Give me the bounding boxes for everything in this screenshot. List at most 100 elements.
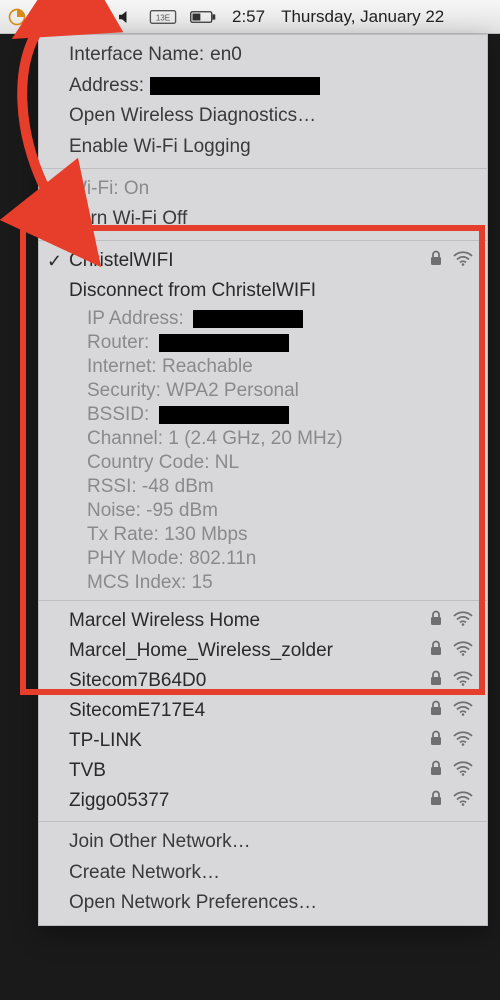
disconnect-label: Disconnect from ChristelWIFI xyxy=(69,279,316,304)
lock-icon xyxy=(429,730,443,752)
divider xyxy=(39,821,487,822)
signal-icon xyxy=(453,790,473,812)
open-prefs-label: Open Network Preferences… xyxy=(69,891,317,916)
address-label: Address: xyxy=(69,74,144,99)
channel-row: Channel: 1 (2.4 GHz, 20 MHz) xyxy=(39,427,487,451)
internet-value: Reachable xyxy=(162,356,253,377)
txrate-value: 130 Mbps xyxy=(164,524,247,545)
ip-row: IP Address: xyxy=(39,307,487,331)
network-row[interactable]: Marcel_Home_Wireless_zolder xyxy=(39,636,487,666)
security-value: WPA2 Personal xyxy=(166,380,299,401)
network-name: SitecomE717E4 xyxy=(69,700,429,722)
interface-name-label: Interface Name: xyxy=(69,43,204,68)
open-diagnostics-label: Open Wireless Diagnostics… xyxy=(69,104,316,129)
create-network[interactable]: Create Network… xyxy=(39,858,487,889)
noise-label: Noise: xyxy=(87,500,141,521)
txrate-label: Tx Rate: xyxy=(87,524,159,545)
lock-icon xyxy=(429,700,443,722)
internet-row: Internet: Reachable xyxy=(39,355,487,379)
signal-icon xyxy=(453,760,473,782)
country-row: Country Code: NL xyxy=(39,451,487,475)
network-name: TP-LINK xyxy=(69,730,429,752)
pie-icon[interactable] xyxy=(4,4,30,30)
input-icon[interactable]: 13E xyxy=(148,4,178,30)
network-name: Sitecom7B64D0 xyxy=(69,670,429,692)
channel-value: 1 (2.4 GHz, 20 MHz) xyxy=(168,428,342,449)
menubar: 13E 2:57 Thursday, January 22 xyxy=(0,0,500,34)
lock-icon xyxy=(429,760,443,782)
lock-icon xyxy=(429,670,443,692)
battery-icon[interactable] xyxy=(188,4,218,30)
phy-row: PHY Mode: 802.11n xyxy=(39,547,487,571)
disconnect-row[interactable]: Disconnect from ChristelWIFI xyxy=(39,276,487,307)
wifi-icon[interactable] xyxy=(40,4,66,30)
signal-icon xyxy=(453,700,473,722)
open-prefs[interactable]: Open Network Preferences… xyxy=(39,888,487,919)
lock-icon xyxy=(429,640,443,662)
divider xyxy=(39,168,487,169)
join-other-label: Join Other Network… xyxy=(69,830,251,855)
network-name: Marcel Wireless Home xyxy=(69,610,429,632)
svg-text:13E: 13E xyxy=(156,13,171,22)
ip-redacted xyxy=(193,310,303,328)
rssi-row: RSSI: -48 dBm xyxy=(39,475,487,499)
menubar-clock[interactable]: 2:57 xyxy=(232,7,265,27)
wifi-dropdown: Interface Name: en0 Address: Open Wirele… xyxy=(38,34,488,926)
bssid-redacted xyxy=(159,406,289,424)
volume-icon[interactable] xyxy=(112,4,138,30)
internet-label: Internet: xyxy=(87,356,157,377)
router-label: Router: xyxy=(87,332,149,353)
bssid-label: BSSID: xyxy=(87,404,149,425)
network-name: Ziggo05377 xyxy=(69,790,429,812)
noise-value: -95 dBm xyxy=(146,500,218,521)
join-other[interactable]: Join Other Network… xyxy=(39,827,487,858)
checkmark-icon: ✓ xyxy=(47,251,62,272)
wifi-status: Wi-Fi: On xyxy=(39,174,487,205)
phy-label: PHY Mode: xyxy=(87,548,184,569)
country-label: Country Code: xyxy=(87,452,210,473)
address-row: Address: xyxy=(39,71,487,102)
network-name: TVB xyxy=(69,760,429,782)
ip-label: IP Address: xyxy=(87,308,184,329)
network-row[interactable]: Marcel Wireless Home xyxy=(39,606,487,636)
rssi-label: RSSI: xyxy=(87,476,137,497)
interface-name-row: Interface Name: en0 xyxy=(39,35,487,71)
country-value: NL xyxy=(215,452,239,473)
router-redacted xyxy=(159,334,289,352)
bluetooth-icon[interactable] xyxy=(76,4,102,30)
wifi-status-label: Wi-Fi: On xyxy=(69,177,149,202)
router-row: Router: xyxy=(39,331,487,355)
mcs-value: 15 xyxy=(192,572,213,593)
signal-icon xyxy=(453,640,473,662)
channel-label: Channel: xyxy=(87,428,163,449)
connected-network-name: ChristelWIFI xyxy=(69,250,429,272)
create-network-label: Create Network… xyxy=(69,861,220,886)
turn-wifi-off-label: Turn Wi-Fi Off xyxy=(69,207,187,232)
enable-logging-label: Enable Wi-Fi Logging xyxy=(69,135,251,160)
divider xyxy=(39,600,487,601)
network-row[interactable]: Ziggo05377 xyxy=(39,786,487,816)
security-label: Security: xyxy=(87,380,161,401)
divider xyxy=(39,240,487,241)
interface-name-value: en0 xyxy=(210,43,242,68)
connected-network-row[interactable]: ✓ ChristelWIFI xyxy=(39,246,487,276)
turn-wifi-off[interactable]: Turn Wi-Fi Off xyxy=(39,204,487,235)
security-row: Security: WPA2 Personal xyxy=(39,379,487,403)
noise-row: Noise: -95 dBm xyxy=(39,499,487,523)
signal-icon xyxy=(453,730,473,752)
address-redacted xyxy=(150,77,320,95)
rssi-value: -48 dBm xyxy=(142,476,214,497)
lock-icon xyxy=(429,790,443,812)
signal-icon xyxy=(453,250,473,272)
network-row[interactable]: SitecomE717E4 xyxy=(39,696,487,726)
open-diagnostics[interactable]: Open Wireless Diagnostics… xyxy=(39,101,487,132)
network-row[interactable]: TVB xyxy=(39,756,487,786)
network-row[interactable]: TP-LINK xyxy=(39,726,487,756)
network-row[interactable]: Sitecom7B64D0 xyxy=(39,666,487,696)
enable-logging[interactable]: Enable Wi-Fi Logging xyxy=(39,132,487,163)
phy-value: 802.11n xyxy=(189,548,256,569)
bssid-row: BSSID: xyxy=(39,403,487,427)
txrate-row: Tx Rate: 130 Mbps xyxy=(39,523,487,547)
mcs-row: MCS Index: 15 xyxy=(39,571,487,595)
menubar-date[interactable]: Thursday, January 22 xyxy=(281,7,444,27)
